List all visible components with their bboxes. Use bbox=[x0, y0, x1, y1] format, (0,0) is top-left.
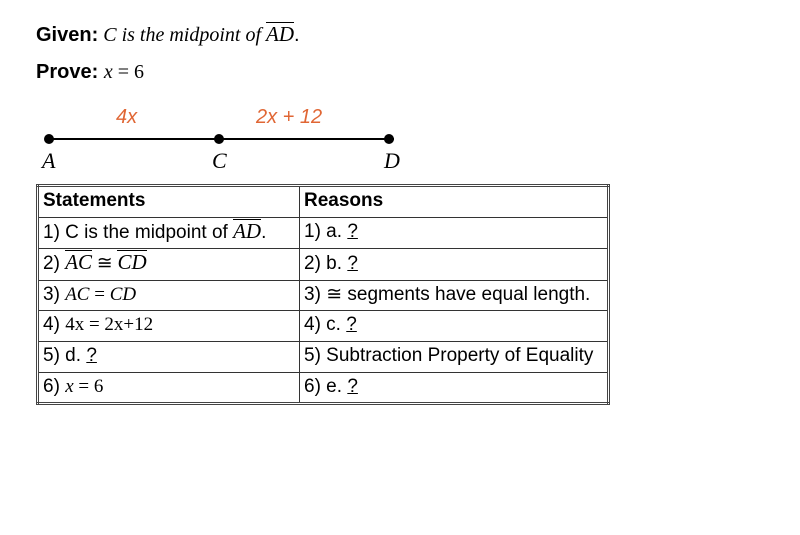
expr-eq: = bbox=[89, 284, 109, 305]
expr-eq: = bbox=[84, 314, 104, 335]
statement-cell: 2) AC ≅ CD bbox=[38, 249, 300, 281]
row-num: 6) bbox=[304, 376, 321, 397]
blank-b[interactable]: ? bbox=[347, 253, 358, 274]
reason-cell: 5) Subtraction Property of Equality bbox=[300, 341, 609, 372]
reason-cell: 2) b. ? bbox=[300, 249, 609, 281]
table-row: 6) x = 6 6) e. ? bbox=[38, 372, 609, 404]
segment-diagram: 4x 2x + 12 A C D bbox=[36, 98, 406, 168]
reason-text: a. bbox=[321, 221, 347, 242]
row-num: 1) bbox=[43, 222, 60, 243]
statement-cell: 6) x = 6 bbox=[38, 372, 300, 404]
segment-label-ac: 4x bbox=[116, 106, 137, 129]
statement-cell: 3) AC = CD bbox=[38, 280, 300, 311]
statement-cell: 1) C is the midpoint of AD. bbox=[38, 217, 300, 249]
header-statements: Statements bbox=[38, 186, 300, 218]
blank-d[interactable]: ? bbox=[86, 345, 97, 366]
point-label-c: C bbox=[212, 148, 227, 174]
prove-rhs: 6 bbox=[134, 61, 144, 83]
row-num: 6) bbox=[43, 376, 60, 397]
proof-table: Statements Reasons 1) C is the midpoint … bbox=[36, 184, 610, 405]
row-num: 1) bbox=[304, 221, 321, 242]
statement-text: C is the midpoint of bbox=[60, 222, 233, 243]
reason-text: b. bbox=[321, 253, 347, 274]
congruent-symbol: ≅ bbox=[92, 253, 117, 274]
given-label: Given: bbox=[36, 24, 98, 46]
statement-cell: 5) d. ? bbox=[38, 341, 300, 372]
blank-a[interactable]: ? bbox=[347, 221, 358, 242]
congruent-symbol: ≅ bbox=[326, 284, 342, 305]
reason-cell: 4) c. ? bbox=[300, 311, 609, 342]
reason-cell: 6) e. ? bbox=[300, 372, 609, 404]
table-row: 2) AC ≅ CD 2) b. ? bbox=[38, 249, 609, 281]
point-d bbox=[384, 134, 394, 144]
reason-text: segments have equal length. bbox=[342, 284, 590, 305]
reason-cell: 1) a. ? bbox=[300, 217, 609, 249]
segment-cd-overline: CD bbox=[117, 250, 146, 273]
table-row: 5) d. ? 5) Subtraction Property of Equal… bbox=[38, 341, 609, 372]
reason-cell: 3) ≅ segments have equal length. bbox=[300, 280, 609, 311]
reason-text: e. bbox=[321, 376, 347, 397]
point-label-d: D bbox=[384, 148, 400, 174]
statement-post: . bbox=[261, 222, 266, 243]
segment-ad-overline: AD bbox=[233, 219, 261, 242]
row-num: 4) bbox=[43, 314, 60, 335]
prove-lhs: x bbox=[104, 61, 113, 83]
table-row: 4) 4x = 2x+12 4) c. ? bbox=[38, 311, 609, 342]
expr-rhs: 2x+12 bbox=[104, 314, 153, 335]
reason-text: Subtraction Property of Equality bbox=[321, 345, 593, 366]
segment-label-cd: 2x + 12 bbox=[256, 106, 322, 129]
expr-rhs: 6 bbox=[94, 376, 104, 397]
expr-lhs: AC bbox=[65, 284, 89, 305]
row-num: 4) bbox=[304, 314, 321, 335]
statement-text: d. bbox=[60, 345, 86, 366]
prove-line: Prove: x = 6 bbox=[36, 61, 764, 84]
row-num: 2) bbox=[43, 253, 60, 274]
prove-label: Prove: bbox=[36, 61, 98, 83]
expr-rhs: CD bbox=[110, 284, 136, 305]
page: Given: C is the midpoint of AD. Prove: x… bbox=[0, 0, 800, 427]
table-row: 1) C is the midpoint of AD. 1) a. ? bbox=[38, 217, 609, 249]
expr-eq: = bbox=[74, 376, 94, 397]
prove-eq: = bbox=[113, 61, 134, 83]
table-header-row: Statements Reasons bbox=[38, 186, 609, 218]
point-label-a: A bbox=[42, 148, 55, 174]
expr-lhs: 4x bbox=[65, 314, 84, 335]
point-c bbox=[214, 134, 224, 144]
given-line: Given: C is the midpoint of AD. bbox=[36, 22, 764, 47]
statement-cell: 4) 4x = 2x+12 bbox=[38, 311, 300, 342]
row-num: 5) bbox=[304, 345, 321, 366]
blank-c[interactable]: ? bbox=[346, 314, 357, 335]
row-num: 3) bbox=[304, 284, 321, 305]
row-num: 5) bbox=[43, 345, 60, 366]
row-num: 2) bbox=[304, 253, 321, 274]
row-num: 3) bbox=[43, 284, 60, 305]
header-reasons: Reasons bbox=[300, 186, 609, 218]
segment-ac-overline: AC bbox=[65, 250, 92, 273]
reason-text: c. bbox=[321, 314, 346, 335]
expr-lhs: x bbox=[65, 376, 73, 397]
given-text-post: . bbox=[294, 24, 300, 46]
table-row: 3) AC = CD 3) ≅ segments have equal leng… bbox=[38, 280, 609, 311]
segment-ad-overline: AD bbox=[266, 22, 294, 45]
given-text-pre: C is the midpoint of bbox=[98, 24, 266, 46]
blank-e[interactable]: ? bbox=[347, 376, 358, 397]
point-a bbox=[44, 134, 54, 144]
